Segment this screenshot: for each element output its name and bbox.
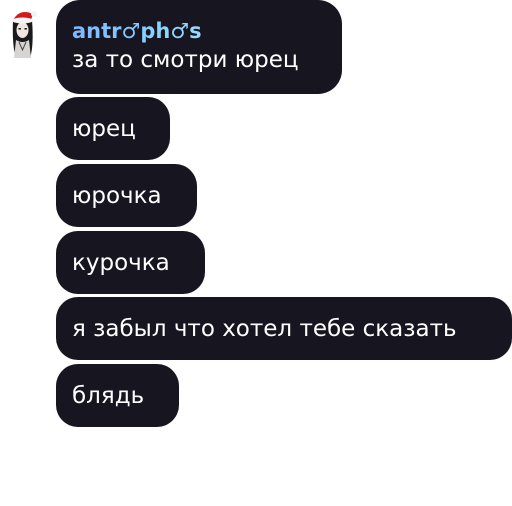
message-text: юрочка (72, 182, 162, 209)
sender-name[interactable]: antr♂ph♂s (72, 19, 326, 43)
avatar[interactable] (6, 6, 40, 60)
message-text: юрец (72, 115, 136, 142)
message-bubble[interactable]: я забыл что хотел тебе сказать (56, 297, 512, 360)
message-bubble[interactable]: юрочка (56, 164, 197, 227)
message-text: я забыл что хотел тебе сказать (72, 315, 457, 342)
message-bubble[interactable]: юрец (56, 97, 170, 160)
message-bubble[interactable]: блядь (56, 364, 179, 427)
santa-hat-girl-avatar-icon (12, 11, 37, 58)
message-bubble[interactable]: antr♂ph♂s за то смотри юрец (56, 0, 342, 94)
message-text: за то смотри юрец (72, 47, 299, 73)
message-bubble[interactable]: курочка (56, 231, 205, 294)
message-text: курочка (72, 249, 170, 276)
message-text: блядь (72, 382, 145, 409)
